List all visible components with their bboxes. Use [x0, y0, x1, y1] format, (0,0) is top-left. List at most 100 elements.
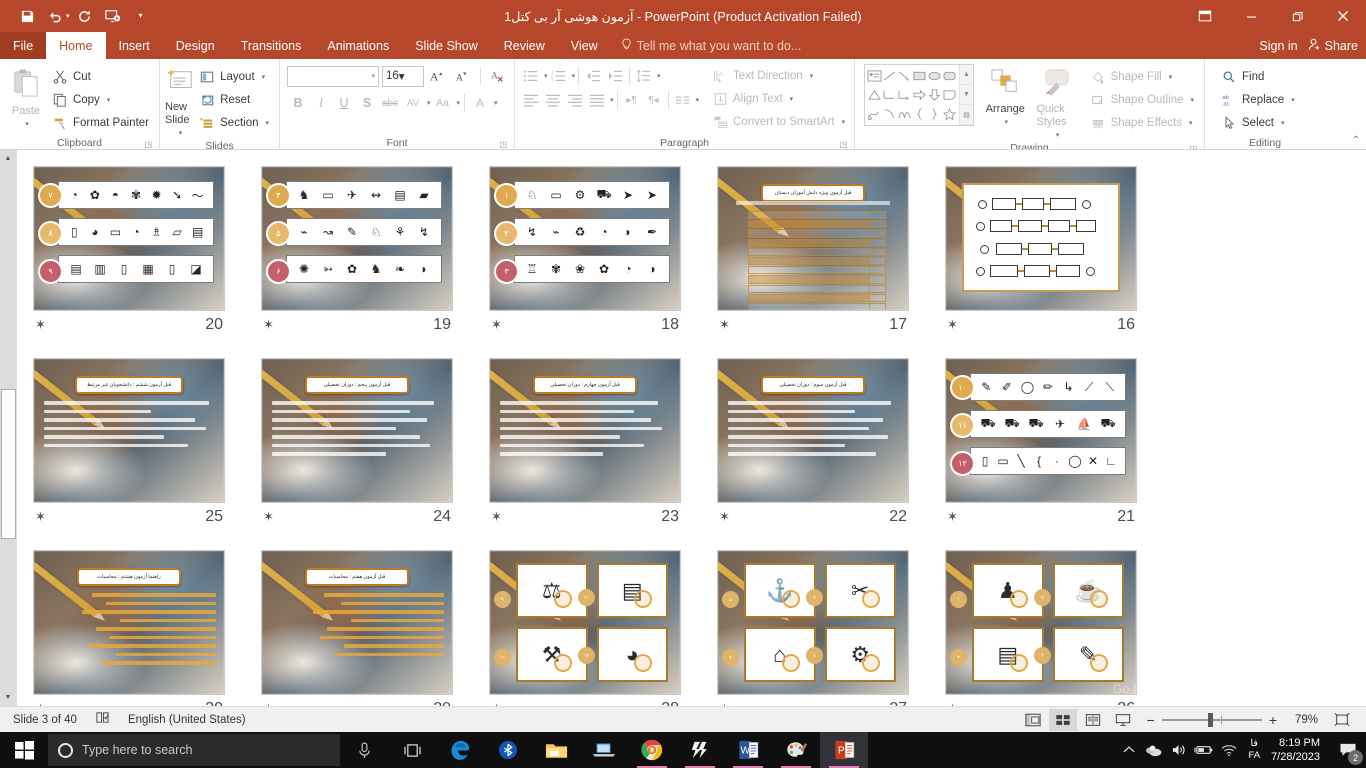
shape-oval-icon[interactable]	[927, 67, 942, 86]
search-box[interactable]: Type here to search	[48, 734, 340, 766]
font-size-input[interactable]: 16 ▾	[382, 65, 424, 87]
powerpoint-icon[interactable]: P	[820, 732, 868, 768]
reading-view-button[interactable]	[1079, 709, 1107, 731]
shapes-more-icon[interactable]: ▤	[960, 105, 973, 125]
line-spacing-button[interactable]	[633, 65, 655, 87]
section-button[interactable]: Section ▾	[194, 112, 274, 134]
volume-icon[interactable]	[1166, 732, 1191, 768]
clipboard-dialog-launcher-icon[interactable]: ◳	[144, 140, 152, 149]
slide-thumbnail-item[interactable]: قبل آزمون ویژه دانش آموزان دبستان ✶ 17	[717, 166, 909, 334]
tab-file[interactable]: File	[0, 32, 47, 59]
clear-formatting-button[interactable]: A	[487, 65, 509, 87]
slide-thumbnail-item[interactable]: ۷ ۸ ۹ ◔ ✿ ◓ ✾ ✹ ➘ 〜 ▯ ◕ ▭ ◔ ♗ ▱ ▤ ▤ ▥ ▯ ▦ ▯ ◪	[33, 166, 225, 334]
file-explorer-icon[interactable]	[532, 732, 580, 768]
slide-thumbnail[interactable]: قبل آزمون هفتم : محاسبات	[261, 550, 453, 695]
animation-star-icon[interactable]: ✶	[491, 317, 502, 333]
scroll-thumb[interactable]	[0, 389, 16, 539]
slide-thumbnail[interactable]: ۱ ۲ ۳ ♘ ▭ ⚙ ⛟ ➤ ➤ ↯ ⌁ ♻ ◔ ◗ ✒ ♖ ✾ ❀ ✿ ◔ ◑	[489, 166, 681, 311]
normal-view-button[interactable]	[1019, 709, 1047, 731]
shape-textbox-icon[interactable]	[867, 67, 882, 86]
columns-dropdown-icon[interactable]: ▾	[696, 96, 700, 104]
scroll-track[interactable]	[0, 167, 17, 689]
bluetooth-icon[interactable]	[484, 732, 532, 768]
select-button[interactable]: Select ▾	[1216, 112, 1300, 134]
tab-insert[interactable]: Insert	[106, 32, 163, 59]
show-hidden-icons-button[interactable]	[1116, 732, 1141, 768]
customize-qat-icon[interactable]: ▾	[128, 4, 154, 28]
slide-thumbnail[interactable]: ۱ ۲ ۳ ۴ ♟ ☕ ▤ ✎	[945, 550, 1137, 695]
rtl-direction-button[interactable]: ¶◂	[643, 89, 665, 111]
microphone-icon[interactable]	[340, 732, 388, 768]
slide-thumbnail-item[interactable]: قبل آزمون سوم : دوران تحصیلی ✶ 22	[717, 358, 909, 526]
slide-thumbnail[interactable]: قبل آزمون سوم : دوران تحصیلی	[717, 358, 909, 503]
minimize-button[interactable]	[1228, 0, 1274, 32]
decrease-font-size-button[interactable]: A	[452, 65, 474, 87]
slide-thumbnail-item[interactable]: قبل آزمون چهارم : دوران تحصیلی ✶ 23	[489, 358, 681, 526]
slide-thumbnail[interactable]: قبل آزمون ششم : دانشجویان غیر مرتبط	[33, 358, 225, 503]
slide-counter[interactable]: Slide 3 of 40	[4, 707, 86, 733]
change-case-dropdown-icon[interactable]: ▾	[457, 99, 461, 107]
slide-thumbnail[interactable]	[945, 166, 1137, 311]
shape-freeform-icon[interactable]	[867, 104, 882, 123]
shape-effects-dropdown-icon[interactable]: ▾	[1189, 119, 1193, 127]
paste-dropdown-icon[interactable]: ▾	[25, 118, 29, 131]
slide-thumbnail[interactable]: ۴ ۵ ۶ ♞ ▭ ✈ ↭ ▤ ▰ ⌁ ↝ ✎ ♘ ⚘ ↯ ✺ ➳ ✿ ♞ ❧ ◗	[261, 166, 453, 311]
slide-thumbnail[interactable]: ۵ ۶ ۷ ۸ ⚓ ✂ ⌂ ⚙	[717, 550, 909, 695]
ltr-direction-button[interactable]: ▸¶	[621, 89, 643, 111]
slide-thumbnail-item[interactable]: ✶ 16	[945, 166, 1137, 334]
justify-button[interactable]	[586, 89, 608, 111]
slide-thumbnail[interactable]: ۹ ۱۰ ۱۱ ۱۲ ⚖ ▤ ⚒ ◕	[489, 550, 681, 695]
slide-sorter-view-button[interactable]	[1048, 708, 1077, 731]
new-slide-dropdown-icon[interactable]: ▾	[179, 127, 183, 140]
spellcheck-button[interactable]	[86, 707, 119, 733]
new-slide-button[interactable]: New Slide ▾	[165, 64, 194, 140]
tell-me-box[interactable]: Tell me what you want to do...	[611, 32, 812, 59]
shape-right-arrow-icon[interactable]	[912, 86, 927, 105]
scroll-down-icon[interactable]: ▼	[0, 689, 17, 706]
font-color-dropdown-icon[interactable]: ▾	[494, 99, 498, 107]
tab-slide-show[interactable]: Slide Show	[402, 32, 491, 59]
layout-button[interactable]: Layout ▾	[194, 66, 274, 88]
task-view-icon[interactable]	[388, 732, 436, 768]
animation-star-icon[interactable]: ✶	[947, 509, 958, 525]
columns-button[interactable]	[672, 89, 694, 111]
animation-star-icon[interactable]: ✶	[947, 317, 958, 333]
tab-home[interactable]: Home	[46, 32, 106, 59]
zoom-level[interactable]: 79%	[1284, 714, 1318, 726]
align-center-button[interactable]	[542, 89, 564, 111]
tab-transitions[interactable]: Transitions	[228, 32, 315, 59]
underline-button[interactable]: U	[333, 92, 355, 114]
shape-folded-corner-icon[interactable]	[942, 86, 957, 105]
copy-button[interactable]: Copy ▾	[47, 89, 154, 111]
italic-button[interactable]: I	[310, 92, 332, 114]
font-color-button[interactable]: A	[469, 92, 491, 114]
redo-icon[interactable]	[72, 4, 98, 28]
slide-thumbnail-item[interactable]: ۵ ۶ ۷ ۸ ⚓ ✂ ⌂ ⚙ ✶ 27	[717, 550, 909, 706]
save-icon[interactable]	[14, 4, 40, 28]
increase-font-size-button[interactable]: A	[427, 65, 449, 87]
decrease-indent-button[interactable]	[582, 65, 604, 87]
bullets-button[interactable]	[520, 65, 542, 87]
select-dropdown-icon[interactable]: ▾	[1281, 119, 1285, 127]
slide-thumbnail-item[interactable]: ۱ ۲ ۳ ♘ ▭ ⚙ ⛟ ➤ ➤ ↯ ⌁ ♻ ◔ ◗ ✒ ♖ ✾ ❀ ✿ ◔ ◑	[489, 166, 681, 334]
slide-thumbnail-item[interactable]: قبل آزمون هفتم : محاسبات ✶ 29	[261, 550, 453, 706]
shape-elbow-arrow-icon[interactable]	[897, 86, 912, 105]
shape-down-arrow-icon[interactable]	[927, 86, 942, 105]
start-button[interactable]	[0, 732, 48, 768]
increase-indent-button[interactable]	[604, 65, 626, 87]
language-indicator[interactable]: فا FA	[1241, 738, 1267, 762]
restore-button[interactable]	[1274, 0, 1320, 32]
slide-thumbnail-item[interactable]: ۹ ۱۰ ۱۱ ۱۲ ⚖ ▤ ⚒ ◕ ✶ 28	[489, 550, 681, 706]
shape-arc-icon[interactable]	[882, 104, 897, 123]
align-text-dropdown-icon[interactable]: ▾	[790, 95, 794, 103]
paint-icon[interactable]	[772, 732, 820, 768]
language-button[interactable]: English (United States)	[119, 707, 255, 733]
winamp-icon[interactable]	[676, 732, 724, 768]
font-size-dropdown-icon[interactable]: ▾	[399, 69, 405, 83]
slide-thumbnail[interactable]: قبل آزمون ویژه دانش آموزان دبستان	[717, 166, 909, 311]
shape-right-brace-icon[interactable]	[927, 104, 942, 123]
bold-button[interactable]: B	[287, 92, 309, 114]
animation-star-icon[interactable]: ✶	[35, 317, 46, 333]
find-button[interactable]: Find	[1216, 66, 1300, 88]
line-spacing-dropdown-icon[interactable]: ▾	[657, 72, 661, 80]
